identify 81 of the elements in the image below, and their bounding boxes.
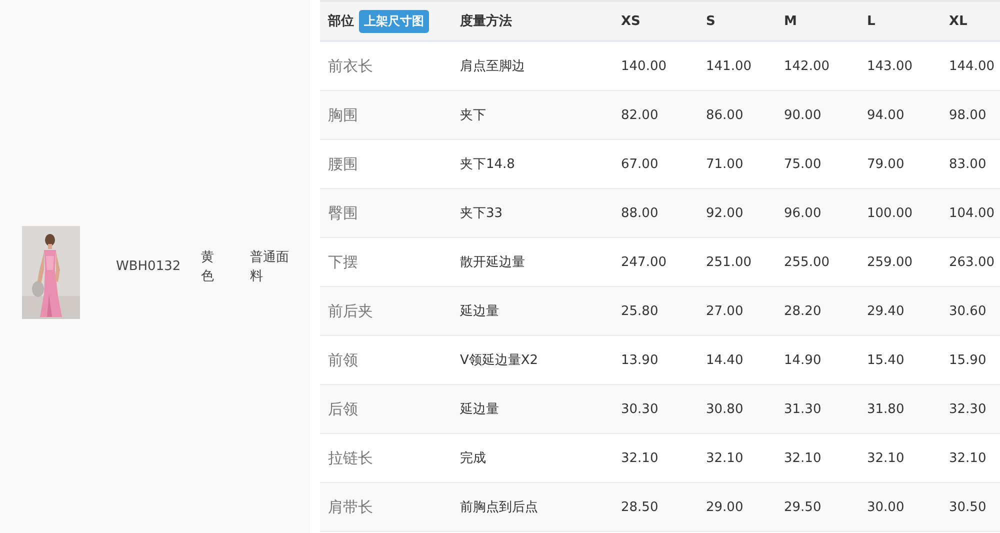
part-name: 前领 (328, 350, 358, 368)
size-value: 75.00 (784, 156, 822, 172)
size-value: 29.00 (706, 500, 744, 514)
size-value: 30.00 (867, 500, 904, 514)
measure-method: 延边量 (460, 304, 499, 319)
size-value: 255.00 (784, 254, 830, 270)
size-value: 67.00 (621, 156, 658, 172)
size-value: 32.10 (949, 450, 986, 466)
size-value: 144.00 (949, 58, 994, 74)
size-value: 140.00 (621, 58, 666, 74)
measure-method: 夹下14.8 (460, 157, 515, 172)
column-header: 度量方法 (460, 12, 512, 30)
size-value: 28.20 (784, 304, 822, 318)
column-header: 部位 (328, 12, 354, 30)
measure-method: 完成 (460, 451, 486, 466)
size-value: 15.90 (949, 352, 986, 368)
size-value: 104.00 (949, 206, 994, 220)
size-value: 30.80 (706, 402, 744, 416)
measure-method: 前胸点到后点 (460, 500, 538, 515)
part-name: 下摆 (328, 252, 358, 270)
part-name: 前后夹 (328, 302, 373, 320)
size-value: 13.90 (621, 352, 658, 368)
size-value: 29.50 (784, 500, 822, 514)
size-value: 96.00 (784, 206, 822, 220)
size-value: 90.00 (784, 108, 822, 122)
part-name: 臀围 (328, 204, 358, 222)
size-chart-button[interactable]: 上架尺寸图 (359, 10, 429, 32)
part-name: 肩带长 (328, 498, 373, 516)
size-value: 32.10 (784, 450, 822, 466)
size-value: 14.40 (706, 352, 744, 368)
column-header: M (784, 14, 797, 28)
size-value: 263.00 (949, 254, 994, 270)
size-value: 27.00 (706, 304, 744, 318)
size-value: 32.10 (621, 450, 658, 466)
measure-method: 散开延边量 (460, 255, 525, 270)
product-code: WBH0132 (116, 259, 182, 274)
size-value: 29.40 (867, 304, 904, 318)
size-value: 28.50 (621, 500, 658, 514)
measure-method: 夹下33 (460, 206, 503, 221)
size-value: 32.10 (867, 450, 904, 466)
part-name: 胸围 (328, 106, 358, 124)
size-value: 15.40 (867, 352, 904, 368)
size-value: 247.00 (621, 254, 666, 270)
size-value: 31.80 (867, 402, 904, 416)
size-value: 14.90 (784, 352, 822, 368)
size-value: 30.30 (621, 402, 658, 416)
part-name: 后领 (328, 400, 358, 418)
measure-method: V领延边量X2 (460, 353, 538, 368)
measure-method: 夹下 (460, 108, 486, 123)
size-value: 82.00 (621, 108, 658, 122)
column-header: XS (621, 14, 640, 28)
measure-method: 肩点至脚边 (460, 59, 525, 74)
size-value: 251.00 (706, 254, 752, 270)
part-name: 拉链长 (328, 448, 373, 466)
size-value: 98.00 (949, 108, 986, 122)
part-name: 前衣长 (328, 56, 373, 74)
measure-method: 延边量 (460, 402, 499, 417)
column-header: S (706, 14, 716, 28)
size-value: 92.00 (706, 206, 744, 220)
size-value: 142.00 (784, 58, 830, 74)
size-value: 83.00 (949, 156, 986, 172)
size-value: 79.00 (867, 156, 904, 172)
size-value: 25.80 (621, 304, 658, 318)
part-name: 腰围 (328, 154, 358, 172)
size-value: 141.00 (706, 58, 752, 74)
size-value: 32.30 (949, 402, 986, 416)
size-value: 32.10 (706, 450, 744, 466)
size-value: 94.00 (867, 108, 904, 122)
size-value: 100.00 (867, 206, 912, 220)
size-value: 259.00 (867, 254, 912, 270)
size-value: 86.00 (706, 108, 744, 122)
size-value: 30.60 (949, 304, 986, 318)
size-value: 31.30 (784, 402, 822, 416)
column-header: L (867, 14, 876, 28)
product-material: 普通面料 (250, 248, 290, 286)
size-value: 30.50 (949, 500, 986, 514)
column-header: XL (949, 14, 968, 28)
size-value: 71.00 (706, 156, 744, 172)
size-value: 88.00 (621, 206, 658, 220)
size-value: 143.00 (867, 58, 912, 74)
product-color: 黄色 (201, 248, 215, 286)
